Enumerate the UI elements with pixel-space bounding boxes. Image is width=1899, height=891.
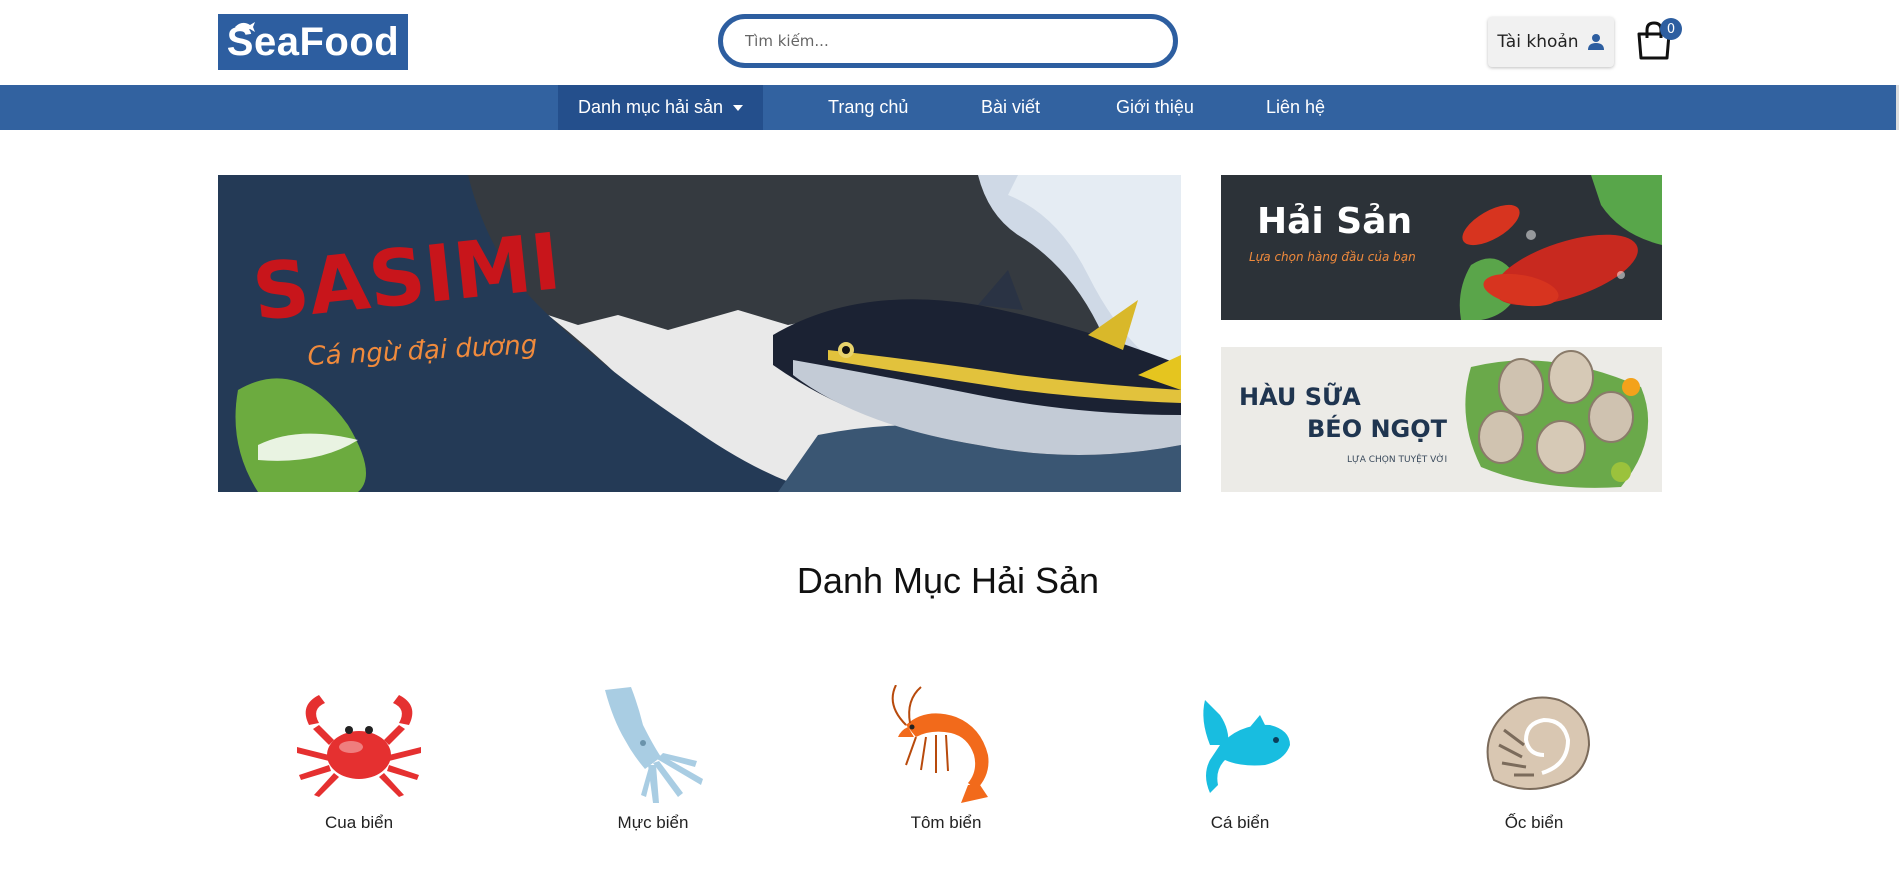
cart-count-badge: 0 xyxy=(1660,18,1682,40)
nav-item-label: Bài viết xyxy=(981,97,1041,117)
banner-hau-sua[interactable]: HÀU SỮA BÉO NGỌT LỰA CHỌN TUYỆT VỜI xyxy=(1221,347,1662,492)
account-button[interactable]: Tài khoản xyxy=(1488,17,1614,67)
search-input[interactable] xyxy=(743,31,1147,51)
page: SeaFood Tài khoản 0 Danh mục hải sản Tra… xyxy=(0,0,1899,891)
banner-hau-sua-line2: BÉO NGỌT xyxy=(1307,414,1448,443)
nav-item-home[interactable]: Trang chủ xyxy=(828,85,908,130)
nav-item-categories[interactable]: Danh mục hải sản xyxy=(558,85,763,130)
banner-sasimi-art: SASIMI Cá ngừ đại dương xyxy=(218,175,1181,492)
category-squid[interactable]: Mực biển xyxy=(573,685,733,833)
category-label: Cua biển xyxy=(324,813,394,832)
user-icon xyxy=(1587,34,1604,50)
banner-hai-san[interactable]: Hải Sản Lựa chọn hàng đầu của bạn xyxy=(1221,175,1662,320)
banner-sasimi[interactable]: SASIMI Cá ngừ đại dương xyxy=(218,175,1181,492)
nav-item-posts[interactable]: Bài viết xyxy=(981,85,1040,130)
squid-icon xyxy=(605,687,703,803)
search-box xyxy=(718,14,1178,68)
category-label: Ốc biển xyxy=(1504,813,1564,832)
banner-hai-san-art: Hải Sản Lựa chọn hàng đầu của bạn xyxy=(1221,175,1662,320)
banner-hau-sua-line1: HÀU SỮA xyxy=(1239,381,1361,411)
nav-item-label: Liên hệ xyxy=(1266,97,1326,117)
category-fish[interactable]: Cá biển xyxy=(1160,685,1320,833)
account-label: Tài khoản xyxy=(1497,32,1579,52)
categories-title: Danh Mục Hải Sản xyxy=(796,560,1100,601)
banner-hai-san-subtitle: Lựa chọn hàng đầu của bạn xyxy=(1249,250,1416,264)
nav-item-label: Giới thiệu xyxy=(1116,97,1194,117)
banner-hau-sua-art: HÀU SỮA BÉO NGỌT LỰA CHỌN TUYỆT VỜI xyxy=(1221,347,1662,492)
banner-hai-san-title: Hải Sản xyxy=(1257,201,1412,242)
main-nav: Danh mục hải sản Trang chủ Bài viết Giới… xyxy=(0,85,1896,130)
category-label: Tôm biển xyxy=(910,813,982,832)
crab-icon xyxy=(297,695,421,797)
snail-icon xyxy=(1486,696,1591,790)
logo-fish-icon xyxy=(235,22,255,32)
category-snail[interactable]: Ốc biển xyxy=(1454,685,1614,833)
caret-down-icon xyxy=(733,104,744,111)
fish-icon xyxy=(1203,700,1290,793)
category-shrimp[interactable]: Tôm biển xyxy=(866,685,1026,833)
nav-item-contact[interactable]: Liên hệ xyxy=(1266,85,1325,130)
category-label: Cá biển xyxy=(1210,813,1270,832)
nav-item-label: Danh mục hải sản xyxy=(577,97,724,117)
nav-item-label: Trang chủ xyxy=(828,97,909,117)
banner-hau-sua-subtitle: LỰA CHỌN TUYỆT VỜI xyxy=(1347,453,1447,465)
seafood-logo[interactable]: SeaFood xyxy=(218,14,408,70)
category-crab[interactable]: Cua biển xyxy=(279,685,439,833)
shrimp-icon xyxy=(891,685,989,803)
category-label: Mực biển xyxy=(617,813,689,832)
nav-item-about[interactable]: Giới thiệu xyxy=(1116,85,1194,130)
